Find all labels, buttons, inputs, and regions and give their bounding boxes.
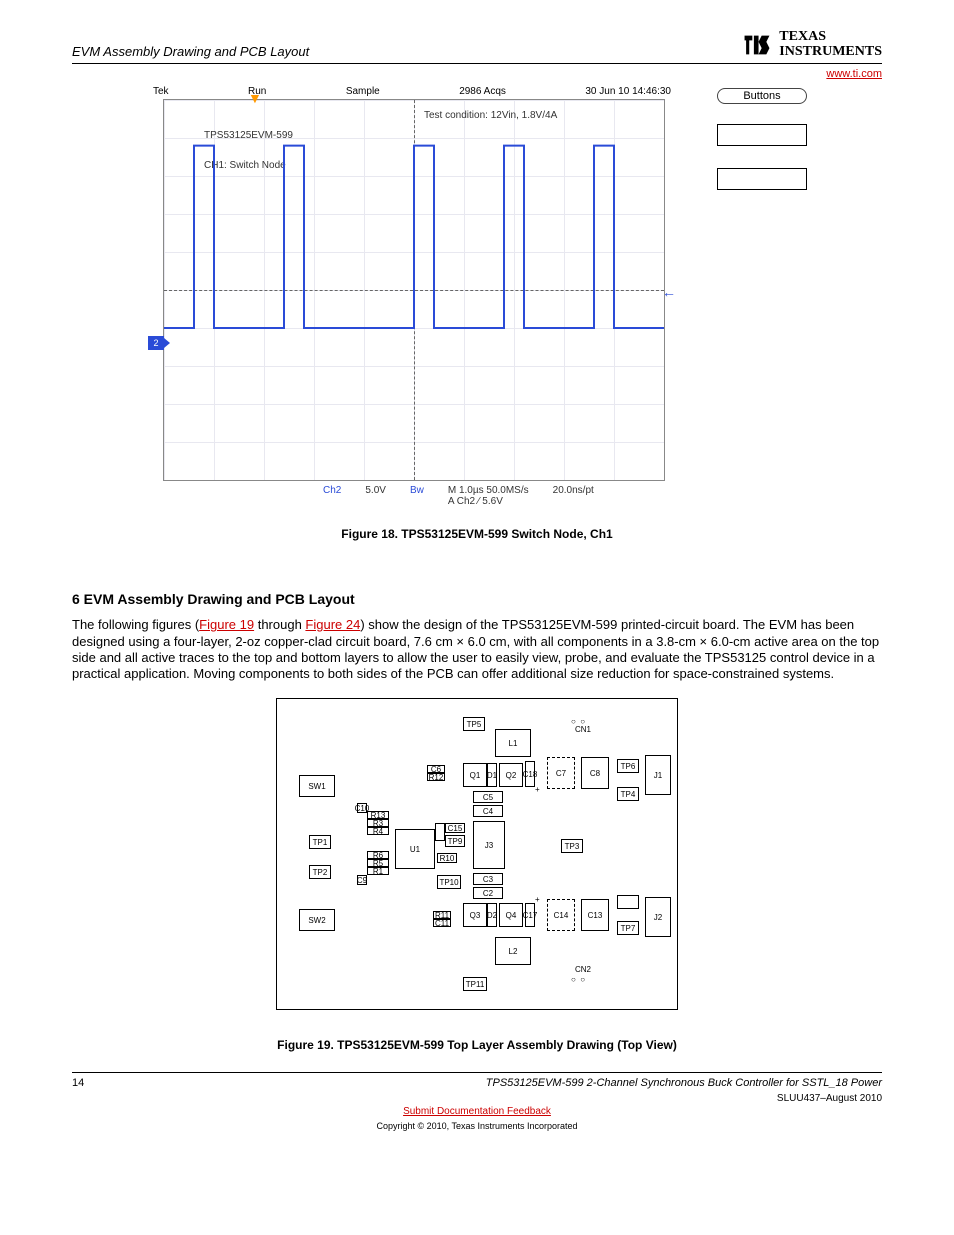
TP9: TP9	[445, 835, 465, 847]
C2: C2	[473, 887, 503, 899]
scope-buttons-label: Buttons	[717, 88, 807, 104]
scope-acqs: 2986 Acqs	[459, 86, 506, 97]
C8: C8	[581, 757, 609, 789]
footer-copyright: Copyright © 2010, Texas Instruments Inco…	[72, 1121, 882, 1131]
footer-docnum: SLUU437–August 2010	[777, 1093, 882, 1104]
footer-rule	[72, 1072, 882, 1073]
J3: J3	[473, 821, 505, 869]
TP8-hidden	[617, 895, 639, 909]
figure-24-link[interactable]: Figure 24	[305, 617, 360, 632]
scope-figure: Tek Run Sample 2986 Acqs 30 Jun 10 14:46…	[147, 86, 677, 507]
TP6: TP6	[617, 759, 639, 773]
scope-side-box-2	[717, 168, 807, 190]
C7: C7	[547, 757, 575, 789]
figure-18-caption: Figure 18. TPS53125EVM-599 Switch Node, …	[72, 527, 882, 541]
C11: C11	[433, 919, 451, 927]
D1: D1	[487, 763, 497, 787]
SW2: SW2	[299, 909, 335, 931]
scope-vdiv: 5.0V	[365, 485, 386, 507]
U1: U1	[395, 829, 435, 869]
figure-19-link[interactable]: Figure 19	[199, 617, 254, 632]
C18: C18	[525, 761, 535, 787]
C15: C15	[445, 823, 465, 833]
C3: C3	[473, 873, 503, 885]
Q3: Q3	[463, 903, 487, 927]
R10: R10	[437, 853, 457, 863]
scope-ch2-lbl: Ch2	[323, 485, 341, 507]
TP7: TP7	[617, 921, 639, 935]
scope-a: A Ch2 ⁄ 5.6V	[448, 496, 503, 507]
C13: C13	[581, 899, 609, 931]
trigger-level-arrow-icon: ←	[662, 284, 676, 300]
Q2: Q2	[499, 763, 523, 787]
pcb-layout-figure: SW1 SW2 TP1 TP2 R13 R3 R4 C10 R6 R5 R1 C…	[276, 698, 678, 1010]
scope-sample: Sample	[346, 86, 380, 97]
scope-m: M 1.0µs 50.0MS/s	[448, 485, 529, 496]
C9: C9	[357, 875, 367, 885]
scope-bw: Bw	[410, 485, 424, 507]
ti-logo: TEXAS INSTRUMENTS	[741, 30, 882, 59]
TP3: TP3	[561, 839, 583, 853]
TP11: TP11	[463, 977, 487, 991]
L1: L1	[495, 729, 531, 757]
TP10: TP10	[437, 875, 461, 889]
section-6-title: 6 EVM Assembly Drawing and PCB Layout	[72, 591, 882, 607]
R1: R1	[367, 867, 389, 875]
ti-logo-icon	[741, 31, 773, 59]
R4: R4	[367, 827, 389, 835]
TP2: TP2	[309, 865, 331, 879]
page-number: 14	[72, 1077, 84, 1089]
Q4: Q4	[499, 903, 523, 927]
feedback-link[interactable]: Submit Documentation Feedback	[72, 1106, 882, 1117]
ti-logo-text-bottom: INSTRUMENTS	[779, 45, 882, 60]
scope-grid: ▼ TPS53125EVM-599 CH1: Switch Node Test …	[163, 99, 665, 481]
C14: C14	[547, 899, 575, 931]
section-6-paragraph: The following figures (Figure 19 through…	[72, 617, 882, 682]
header-rule	[72, 63, 882, 64]
TP5: TP5	[463, 717, 485, 731]
D2: D2	[487, 903, 497, 927]
J2: J2	[645, 897, 671, 937]
figure-19-caption: Figure 19. TPS53125EVM-599 Top Layer Ass…	[72, 1038, 882, 1052]
scope-ns: 20.0ns/pt	[553, 485, 594, 507]
C16	[435, 823, 445, 841]
header-section-title: EVM Assembly Drawing and PCB Layout	[72, 44, 309, 59]
TP4: TP4	[617, 787, 639, 801]
Q1: Q1	[463, 763, 487, 787]
scope-side-box-1	[717, 124, 807, 146]
CN2: CN2	[575, 965, 591, 974]
scope-tek: Tek	[153, 86, 169, 97]
SW1: SW1	[299, 775, 335, 797]
C4: C4	[473, 805, 503, 817]
J1: J1	[645, 755, 671, 795]
url-link[interactable]: www.ti.com	[826, 68, 882, 80]
CN1: CN1	[575, 725, 591, 734]
C10: C10	[357, 803, 367, 813]
C5: C5	[473, 791, 503, 803]
L2: L2	[495, 937, 531, 965]
ch2-indicator-icon: 2	[148, 336, 164, 350]
C17: C17	[525, 903, 535, 927]
footer-doc-title: TPS53125EVM-599 2-Channel Synchronous Bu…	[486, 1077, 882, 1089]
TP1: TP1	[309, 835, 331, 849]
R12: R12	[427, 773, 445, 781]
scope-datetime: 30 Jun 10 14:46:30	[585, 86, 671, 97]
ti-logo-text-top: TEXAS	[779, 30, 882, 45]
